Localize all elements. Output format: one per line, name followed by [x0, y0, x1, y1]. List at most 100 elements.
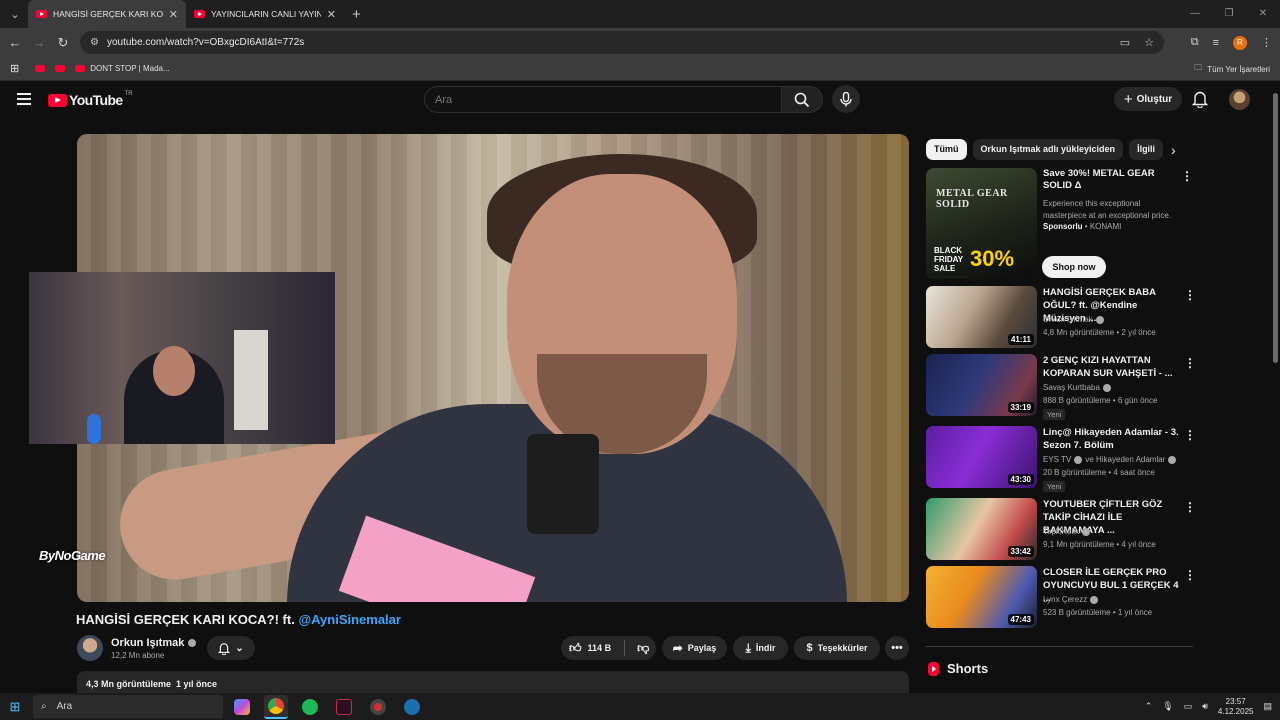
channel-avatar[interactable] — [77, 635, 103, 661]
share-button[interactable]: ➦ Paylaş — [662, 636, 727, 660]
video-meta: 888 B görüntüleme • 6 gün önce — [1043, 396, 1158, 405]
title-mention-link[interactable]: @AyniSinemalar — [298, 612, 401, 627]
channel-name[interactable]: Orkun Işıtmak — [111, 637, 197, 649]
chevron-right-icon[interactable]: › — [1171, 142, 1176, 158]
bookmark-item[interactable]: DONT STOP | Mada... — [75, 64, 170, 73]
steam-app-icon[interactable] — [400, 695, 424, 719]
channel-name[interactable]: Orkun Işıtmak — [1043, 315, 1093, 324]
new-tab-button[interactable]: + — [352, 6, 361, 23]
ad-thumbnail[interactable]: METAL GEAR SOLID BLACK FRIDAY SALE 30% — [926, 168, 1037, 279]
recommended-video[interactable]: 47:43 CLOSER İLE GERÇEK PRO OYUNCUYU BUL… — [926, 566, 1196, 630]
channel-name[interactable]: Lynx Çerezz — [1043, 595, 1087, 604]
cast-icon[interactable]: ▭ — [1120, 36, 1130, 49]
bookmark-item[interactable] — [55, 65, 66, 72]
search-input[interactable] — [425, 87, 765, 112]
page-scrollbar[interactable] — [1270, 81, 1280, 693]
video-thumbnail[interactable]: 33:19 — [926, 354, 1037, 416]
extensions-icon[interactable]: ⧉ — [1191, 36, 1199, 49]
video-thumbnail[interactable]: 43:30 — [926, 426, 1037, 488]
back-icon[interactable]: ← — [3, 35, 27, 50]
dislike-button[interactable]: 👎︎ — [637, 641, 649, 656]
shop-now-button[interactable]: Shop now — [1042, 256, 1106, 278]
recommended-video[interactable]: 43:30 Linç@ Hikayeden Adamlar - 3. Sezon… — [926, 426, 1196, 492]
tray-overflow-icon[interactable]: ⌃ — [1145, 701, 1153, 712]
scrollbar-thumb[interactable] — [1273, 93, 1278, 363]
spotify-app-icon[interactable] — [298, 695, 322, 719]
ad-more-icon[interactable]: ⋮ — [1181, 169, 1193, 183]
volume-icon[interactable]: 🔊︎ — [1202, 701, 1208, 712]
close-window-icon[interactable]: ✕ — [1246, 0, 1280, 28]
channel-name[interactable]: EYS TV — [1043, 455, 1071, 464]
close-tab-icon[interactable]: ✕ — [169, 8, 178, 21]
more-options-icon[interactable]: ⋮ — [1184, 568, 1196, 582]
channel-name-text[interactable]: Orkun Işıtmak — [111, 637, 184, 649]
more-options-icon[interactable]: ⋮ — [1184, 428, 1196, 442]
more-options-icon[interactable]: ⋮ — [1184, 288, 1196, 302]
video-thumbnail[interactable]: 41:11 — [926, 286, 1037, 348]
ad-title[interactable]: Save 30%! METAL GEAR SOLID Δ — [1043, 168, 1175, 192]
search-button[interactable] — [781, 86, 823, 113]
notification-center-icon[interactable]: ▤ — [1263, 701, 1272, 712]
reload-icon[interactable]: ↻ — [51, 35, 75, 51]
like-button[interactable]: 👍︎ 114 B — [569, 641, 611, 656]
taskbar-search[interactable]: ⌕ Ara — [33, 695, 223, 718]
browser-tab-2[interactable]: YAYINCILARIN CANLI YAYIN KAZALARI ✕ — [186, 0, 344, 28]
video-title[interactable]: 2 GENÇ KIZI HAYATTAN KOPARAN SUR VAHŞETİ… — [1043, 354, 1179, 380]
menu-icon[interactable] — [17, 93, 31, 105]
more-actions-button[interactable]: ••• — [885, 636, 909, 660]
browser-menu-icon[interactable]: ⋮ — [1261, 36, 1272, 49]
bookmark-star-icon[interactable]: ☆ — [1144, 36, 1154, 49]
notifications-bell-icon[interactable] — [1192, 90, 1208, 108]
browser-tab-1[interactable]: HANGİSİ GERÇEK KARI KOCA?! ft. @AyniSine… — [28, 0, 186, 28]
all-bookmarks-button[interactable]: 🗀 Tüm Yer İşaretleri — [1194, 57, 1270, 81]
video-title[interactable]: Linç@ Hikayeden Adamlar - 3. Sezon 7. Bö… — [1043, 426, 1179, 452]
minimize-icon[interactable]: — — [1178, 0, 1212, 28]
address-bar[interactable]: ⚙ youtube.com/watch?v=OBxgcDI6AtI&t=772s… — [80, 31, 1164, 54]
chip-related[interactable]: İlgili — [1129, 139, 1164, 160]
restore-icon[interactable]: ❐ — [1212, 0, 1246, 28]
create-button[interactable]: + Oluştur — [1114, 87, 1182, 111]
youtube-logo[interactable]: YouTube TR — [48, 91, 133, 108]
video-title-text: HANGİSİ GERÇEK KARI KOCA?! ft. — [76, 612, 299, 627]
microphone-tray-icon[interactable]: 🎙︎ — [1162, 701, 1173, 712]
channel-name-secondary[interactable]: ve Hikayeden Adamlar — [1085, 455, 1165, 464]
copilot-app-icon[interactable] — [230, 695, 254, 719]
recommended-video[interactable]: 33:19 2 GENÇ KIZI HAYATTAN KOPARAN SUR V… — [926, 354, 1196, 420]
subscribed-notifications-button[interactable]: ⌄ — [207, 636, 255, 660]
thanks-button[interactable]: $ Teşekkürler — [794, 636, 880, 660]
forward-icon[interactable]: → — [27, 35, 51, 50]
media-control-icon[interactable]: ≡ — [1213, 37, 1219, 49]
video-thumbnail[interactable]: 47:43 — [926, 566, 1037, 628]
youtube-header: YouTube TR + Oluştur — [0, 81, 1270, 119]
chip-from-uploader[interactable]: Orkun Işıtmak adlı yükleyiciden — [972, 139, 1124, 160]
duration-badge: 33:19 — [1007, 402, 1034, 413]
bookmark-item[interactable] — [35, 65, 46, 72]
network-icon[interactable]: ▭ — [1184, 701, 1193, 712]
close-tab-icon[interactable]: ✕ — [327, 8, 336, 21]
channel-name[interactable]: Savaş Kurtbaba — [1043, 383, 1100, 392]
download-button[interactable]: ⤓ İndir — [733, 636, 788, 660]
youtube-favicon-icon — [36, 10, 47, 18]
ad-thumb-title: METAL GEAR SOLID — [936, 188, 1008, 210]
url-text[interactable]: youtube.com/watch?v=OBxgcDI6AtI&t=772s — [107, 37, 304, 48]
video-thumbnail[interactable]: 33:42 — [926, 498, 1037, 560]
chrome-app-icon[interactable] — [264, 694, 288, 719]
apps-grid-icon[interactable]: ⊞ — [10, 62, 19, 75]
tab-search-button[interactable]: ⌄ — [2, 3, 28, 25]
more-options-icon[interactable]: ⋮ — [1184, 356, 1196, 370]
recorder-app-icon[interactable] — [366, 695, 390, 719]
profile-avatar[interactable]: R — [1233, 35, 1247, 50]
account-avatar[interactable] — [1229, 89, 1250, 110]
clock[interactable]: 23:57 4.12.2025 — [1218, 697, 1254, 717]
facecam-overlay — [29, 272, 335, 444]
recommended-video[interactable]: 41:11 HANGİSİ GERÇEK BABA OĞUL? ft. @Ken… — [926, 286, 1196, 350]
recommended-video[interactable]: 33:42 YOUTUBER ÇİFTLER GÖZ TAKİP CİHAZI … — [926, 498, 1196, 562]
channel-name[interactable]: TepkiKolik — [1043, 527, 1079, 536]
voice-search-button[interactable] — [832, 85, 860, 113]
more-options-icon[interactable]: ⋮ — [1184, 500, 1196, 514]
site-info-icon[interactable]: ⚙ — [90, 37, 99, 48]
like-divider — [624, 640, 626, 656]
chip-all[interactable]: Tümü — [926, 139, 967, 160]
video-editor-app-icon[interactable] — [332, 695, 356, 719]
windows-start-icon[interactable]: ⊞ — [0, 699, 30, 715]
